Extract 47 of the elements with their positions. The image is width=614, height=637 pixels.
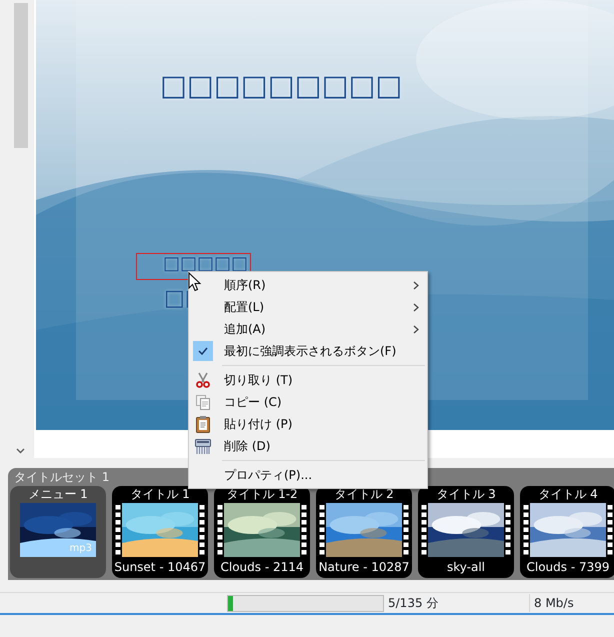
thumbnail-title: タイトル 1-2: [226, 486, 298, 503]
menu-item[interactable]: 配置(L): [189, 296, 427, 318]
scrollbar-thumb[interactable]: [14, 3, 28, 148]
menu-item[interactable]: 追加(A): [189, 318, 427, 340]
film-perforation-icon: [216, 503, 224, 557]
shredder-icon: [194, 437, 212, 455]
clipboard-icon: [195, 415, 211, 433]
menu-item[interactable]: 削除 (D): [189, 435, 427, 457]
film-perforation-icon: [522, 503, 530, 557]
thumbnail-title: タイトル 4: [538, 486, 598, 503]
menu-item[interactable]: コピー (C): [189, 391, 427, 413]
film-perforation-icon: [420, 503, 428, 557]
thumbnail-caption: Nature - 10287: [318, 559, 410, 576]
thumbnail-title: タイトル 2: [334, 486, 394, 503]
film-perforation-icon: [504, 503, 512, 557]
thumbnail-title: タイトル 1: [130, 486, 190, 503]
thumbnail-caption: Sunset - 10467: [114, 559, 206, 576]
thumbnail-title: メニュー 1: [28, 486, 88, 503]
film-perforation-icon: [606, 503, 614, 557]
title-thumbnail[interactable]: タイトル 1 Sunset - 10467: [112, 486, 208, 578]
title-set-label: タイトルセット 1: [14, 470, 110, 485]
title-thumbnail[interactable]: タイトル 3 sky-all: [418, 486, 514, 578]
thumbnail-caption: Clouds - 2114: [220, 559, 304, 576]
menu-thumbnail[interactable]: メニュー 1 mp3: [10, 486, 106, 578]
audio-label: mp3: [70, 542, 92, 556]
menu-item[interactable]: 切り取り (T): [189, 369, 427, 391]
menu-button-label[interactable]: □□□□□□□□□: [160, 72, 402, 100]
title-thumbnail[interactable]: タイトル 4 Clouds - 7399: [520, 486, 614, 578]
thumbnail-title: タイトル 3: [436, 486, 496, 503]
thumbnail-caption: Clouds - 7399: [526, 559, 610, 576]
scissors-icon: [195, 372, 211, 388]
title-thumbnail[interactable]: タイトル 1-2 Clouds - 2114: [214, 486, 310, 578]
film-perforation-icon: [318, 503, 326, 557]
time-status: 5/135 分: [384, 594, 530, 612]
thumbnail-caption: sky-all: [446, 559, 485, 576]
film-perforation-icon: [198, 503, 206, 557]
scroll-down-icon[interactable]: [16, 448, 24, 454]
film-perforation-icon: [402, 503, 410, 557]
film-perforation-icon: [114, 503, 122, 557]
mouse-cursor-icon: [188, 272, 202, 292]
title-thumbnail[interactable]: タイトル 2 Nature - 10287: [316, 486, 412, 578]
menu-item[interactable]: 最初に強調表示されるボタン(F): [189, 340, 427, 362]
bitrate-status: 8 Mb/s: [533, 595, 574, 612]
film-perforation-icon: [300, 503, 308, 557]
menu-item[interactable]: プロパティ(P)...: [189, 464, 427, 486]
copy-icon: [195, 394, 211, 410]
menu-item[interactable]: 貼り付け (P): [189, 413, 427, 435]
